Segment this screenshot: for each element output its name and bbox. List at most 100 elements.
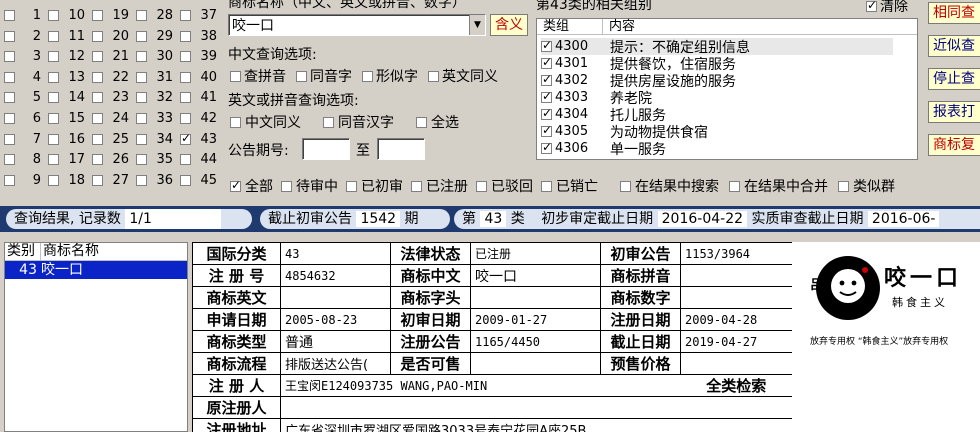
- class-option[interactable]: 13: [48, 70, 85, 85]
- filter-option[interactable]: 在结果中合并: [729, 176, 828, 196]
- class-option[interactable]: 26: [92, 152, 129, 167]
- class-option[interactable]: 39: [180, 49, 217, 64]
- clear-option[interactable]: 清除: [866, 0, 908, 16]
- all-class-search-link[interactable]: 全类检索: [680, 374, 793, 397]
- class-option[interactable]: 16: [48, 132, 85, 147]
- group-row-checkbox[interactable]: [541, 72, 552, 86]
- class-option[interactable]: 14: [48, 90, 85, 105]
- class-checkbox[interactable]: [180, 92, 191, 104]
- cn-option-checkbox[interactable]: [296, 70, 307, 82]
- filter-checkbox[interactable]: [620, 180, 631, 192]
- class-option[interactable]: 35: [136, 152, 173, 167]
- class-option[interactable]: 4: [4, 70, 41, 85]
- contain-button[interactable]: 含义: [490, 14, 528, 36]
- class-checkbox[interactable]: [4, 174, 15, 186]
- class-checkbox[interactable]: [4, 51, 15, 63]
- group-row[interactable]: 4305为动物提供食宿: [541, 123, 893, 141]
- filter-option[interactable]: 全部: [230, 176, 273, 196]
- class-checkbox[interactable]: [180, 174, 191, 186]
- class-checkbox[interactable]: [180, 30, 191, 42]
- class-checkbox[interactable]: [48, 113, 59, 124]
- class-option[interactable]: 29: [136, 29, 173, 44]
- class-option[interactable]: 1: [4, 8, 41, 23]
- class-option[interactable]: 23: [92, 90, 129, 105]
- class-option[interactable]: 10: [48, 8, 85, 23]
- clear-checkbox[interactable]: [866, 0, 877, 12]
- cn-option[interactable]: 形似字: [362, 66, 418, 86]
- class-option[interactable]: 5: [4, 90, 41, 105]
- class-option[interactable]: 25: [92, 132, 129, 147]
- filter-option[interactable]: 待审中: [281, 176, 338, 196]
- filter-checkbox[interactable]: [838, 180, 849, 192]
- class-option[interactable]: 37: [180, 8, 217, 23]
- group-row[interactable]: 4304托儿服务: [541, 106, 893, 124]
- en-option[interactable]: 中文同义: [230, 112, 301, 132]
- filter-checkbox[interactable]: [541, 180, 552, 192]
- group-row[interactable]: 4300提示：不确定组别信息: [541, 38, 893, 56]
- right-action-button[interactable]: 近似查: [928, 35, 980, 57]
- group-row-checkbox[interactable]: [541, 38, 552, 52]
- class-option[interactable]: 2: [4, 29, 41, 44]
- class-checkbox[interactable]: [136, 30, 147, 42]
- class-checkbox[interactable]: [92, 71, 103, 83]
- filter-checkbox[interactable]: [476, 180, 487, 192]
- class-option[interactable]: 41: [180, 90, 217, 105]
- right-action-button[interactable]: 停止查: [928, 68, 980, 90]
- class-option[interactable]: 40: [180, 70, 217, 85]
- class-checkbox[interactable]: [4, 71, 15, 83]
- class-checkbox[interactable]: [136, 71, 147, 83]
- class-option[interactable]: 43: [180, 131, 217, 147]
- class-checkbox[interactable]: [92, 30, 103, 42]
- cn-option[interactable]: 英文同义: [428, 66, 498, 86]
- class-option[interactable]: 19: [92, 8, 129, 23]
- group-list[interactable]: 类组 内容 4300提示：不确定组别信息4301提供餐饮，住宿服务4302提供房…: [536, 18, 918, 160]
- class-option[interactable]: 42: [180, 111, 217, 126]
- en-option-checkbox[interactable]: [416, 116, 427, 128]
- group-row-checkbox[interactable]: [541, 106, 552, 120]
- class-checkbox[interactable]: [92, 174, 103, 186]
- filter-option[interactable]: 类似群: [838, 176, 895, 196]
- class-checkbox[interactable]: [180, 131, 191, 145]
- filter-checkbox[interactable]: [411, 180, 422, 192]
- class-option[interactable]: 20: [92, 29, 129, 44]
- class-checkbox[interactable]: [180, 154, 191, 166]
- right-action-button[interactable]: 报表打: [928, 101, 980, 123]
- filter-option[interactable]: 已注册: [411, 176, 468, 196]
- filter-option[interactable]: 已销亡: [541, 176, 598, 196]
- class-checkbox[interactable]: [4, 154, 15, 166]
- class-checkbox[interactable]: [92, 113, 103, 124]
- class-option[interactable]: 12: [48, 49, 85, 64]
- filter-checkbox[interactable]: [230, 178, 241, 192]
- class-checkbox[interactable]: [4, 10, 15, 21]
- class-checkbox[interactable]: [48, 174, 59, 186]
- class-option[interactable]: 18: [48, 173, 85, 188]
- group-row-checkbox[interactable]: [541, 123, 552, 137]
- class-option[interactable]: 8: [4, 152, 41, 167]
- en-option[interactable]: 同音汉字: [323, 112, 394, 132]
- class-checkbox[interactable]: [48, 154, 59, 166]
- group-row-checkbox[interactable]: [541, 140, 552, 154]
- issue-to-input[interactable]: [377, 138, 425, 160]
- cn-option[interactable]: 查拼音: [230, 66, 286, 86]
- class-option[interactable]: 21: [92, 49, 129, 64]
- group-row[interactable]: 4303养老院: [541, 89, 893, 107]
- class-checkbox[interactable]: [48, 92, 59, 104]
- class-checkbox[interactable]: [180, 71, 191, 83]
- class-option[interactable]: 30: [136, 49, 173, 64]
- filter-checkbox[interactable]: [281, 180, 292, 192]
- class-checkbox[interactable]: [136, 174, 147, 186]
- class-option[interactable]: 32: [136, 90, 173, 105]
- class-checkbox[interactable]: [136, 154, 147, 166]
- class-checkbox[interactable]: [92, 51, 103, 63]
- class-checkbox[interactable]: [92, 154, 103, 166]
- filter-checkbox[interactable]: [346, 180, 357, 192]
- en-option-checkbox[interactable]: [230, 116, 241, 128]
- en-option[interactable]: 全选: [416, 112, 459, 132]
- trademark-name-input[interactable]: 咬一口 ▼: [228, 14, 486, 36]
- right-action-button[interactable]: 相同查: [928, 2, 980, 24]
- class-checkbox[interactable]: [4, 113, 15, 124]
- class-checkbox[interactable]: [48, 133, 59, 145]
- group-row-checkbox[interactable]: [541, 89, 552, 103]
- class-checkbox[interactable]: [92, 10, 103, 21]
- cn-option[interactable]: 同音字: [296, 66, 352, 86]
